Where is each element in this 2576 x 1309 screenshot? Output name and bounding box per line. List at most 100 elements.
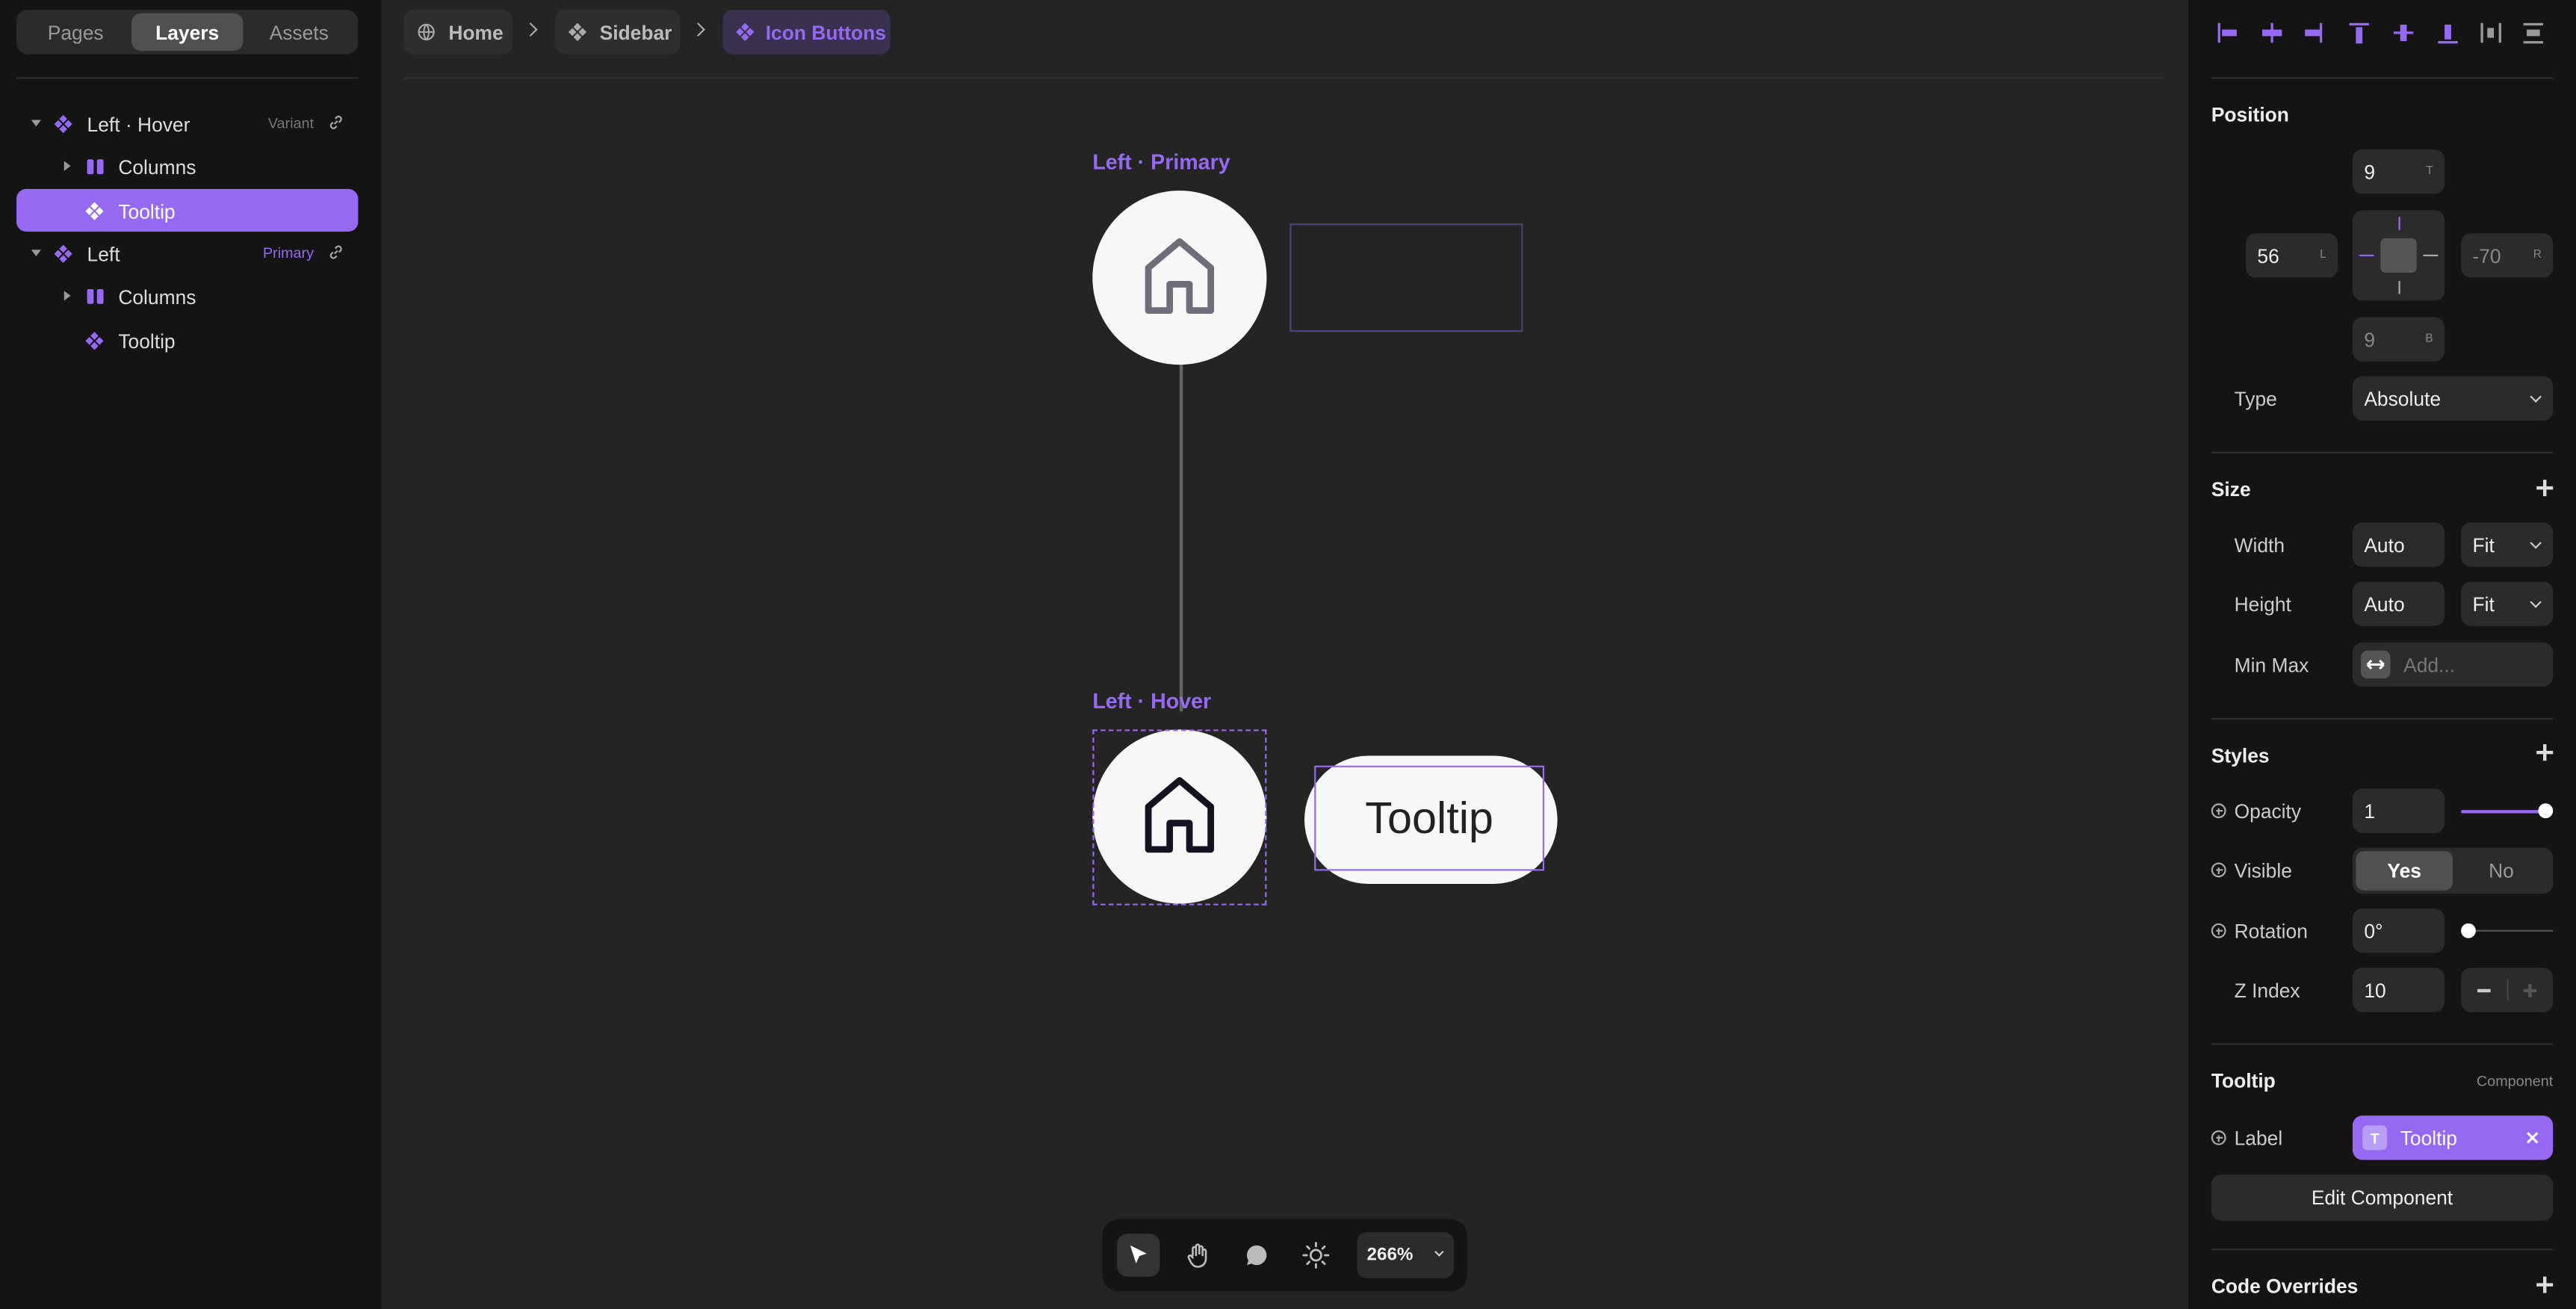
- icon-button-primary[interactable]: [1092, 191, 1267, 365]
- link-icon[interactable]: [329, 245, 344, 260]
- add-opacity-icon[interactable]: [2211, 803, 2226, 819]
- frame-label-primary[interactable]: Left · Primary: [1092, 149, 1230, 174]
- divider: [2211, 1043, 2554, 1045]
- expand-caret-icon[interactable]: [64, 291, 71, 301]
- size-title: Size: [2211, 477, 2251, 501]
- position-left-value: 56: [2257, 244, 2279, 267]
- expand-caret-icon[interactable]: [64, 161, 71, 171]
- globe-icon: [418, 23, 435, 41]
- frame-label-hover[interactable]: Left · Hover: [1092, 688, 1211, 713]
- comment-tool-button[interactable]: [1236, 1234, 1278, 1276]
- position-left-input[interactable]: 56 L: [2246, 233, 2338, 278]
- visible-no-option[interactable]: No: [2453, 851, 2550, 891]
- link-icon[interactable]: [329, 115, 344, 130]
- stepper-divider: [2507, 979, 2509, 1001]
- label-label: Label: [2234, 1127, 2283, 1151]
- height-mode-value: Fit: [2472, 592, 2495, 616]
- align-toolbar[interactable]: [2211, 13, 2557, 53]
- add-code-override-icon[interactable]: [2536, 1276, 2554, 1293]
- layer-name: Tooltip: [118, 329, 176, 353]
- zoom-select[interactable]: 266%: [1357, 1232, 1455, 1278]
- opacity-slider-track[interactable]: [2461, 810, 2547, 814]
- tab-layers[interactable]: Layers: [131, 13, 244, 52]
- position-bottom-input[interactable]: 9 B: [2352, 317, 2445, 362]
- width-input[interactable]: Auto: [2352, 522, 2445, 567]
- add-rotation-icon[interactable]: [2211, 923, 2226, 938]
- opacity-slider-thumb[interactable]: [2538, 803, 2554, 819]
- height-mode-select[interactable]: Fit: [2461, 581, 2554, 626]
- expand-caret-icon[interactable]: [31, 250, 41, 257]
- chevron-down-icon: [1434, 1247, 1444, 1257]
- minmax-input[interactable]: Add...: [2352, 642, 2554, 687]
- columns-icon: [87, 289, 104, 304]
- breadcrumb-home[interactable]: Home: [403, 10, 513, 55]
- height-input[interactable]: Auto: [2352, 581, 2445, 626]
- breadcrumb-sidebar[interactable]: Sidebar: [555, 10, 681, 55]
- pin-top[interactable]: [2397, 217, 2400, 230]
- comment-icon: [1246, 1245, 1267, 1266]
- component-icon: [54, 114, 72, 134]
- rotation-slider-thumb[interactable]: [2461, 923, 2476, 938]
- position-right-value: -70: [2472, 244, 2501, 267]
- pin-right[interactable]: [2423, 253, 2439, 257]
- component-icon: [85, 332, 104, 350]
- chevron-down-icon: [2530, 536, 2542, 549]
- rotation-input[interactable]: 0°: [2352, 909, 2445, 953]
- type-label: Type: [2234, 387, 2277, 411]
- styles-title: Styles: [2211, 744, 2270, 767]
- label-value-chip[interactable]: T Tooltip: [2352, 1115, 2554, 1160]
- layer-tooltip-selected[interactable]: Tooltip: [16, 188, 359, 232]
- add-style-icon[interactable]: [2536, 744, 2554, 761]
- add-visible-icon[interactable]: [2211, 862, 2226, 878]
- pin-bottom[interactable]: [2397, 281, 2400, 294]
- opacity-input[interactable]: 1: [2352, 788, 2445, 833]
- layer-left-hover[interactable]: Left · Hover Variant: [16, 102, 358, 144]
- canvas-toolbar: 266%: [1102, 1219, 1467, 1292]
- theme-toggle-button[interactable]: [1295, 1234, 1337, 1276]
- hand-tool-button[interactable]: [1176, 1234, 1219, 1276]
- zindex-input[interactable]: 10: [2352, 968, 2445, 1012]
- tooltip-placeholder-frame[interactable]: [1289, 223, 1523, 332]
- pin-left[interactable]: [2359, 253, 2374, 257]
- width-mode-value: Fit: [2472, 533, 2495, 557]
- edit-component-button[interactable]: Edit Component: [2211, 1175, 2554, 1221]
- chevron-down-icon: [2530, 391, 2542, 403]
- position-right-input[interactable]: -70 R: [2461, 233, 2554, 278]
- width-mode-select[interactable]: Fit: [2461, 522, 2554, 567]
- layer-columns[interactable]: Columns: [16, 145, 358, 188]
- visible-toggle[interactable]: Yes No: [2352, 847, 2554, 894]
- expand-caret-icon[interactable]: [31, 120, 41, 127]
- breadcrumb-label: Icon Buttons: [765, 21, 886, 45]
- sidebar-tabs: Pages Layers Assets: [16, 10, 359, 55]
- position-left-tag: L: [2320, 250, 2326, 262]
- close-icon[interactable]: [2527, 1132, 2539, 1144]
- tooltip-bubble[interactable]: Tooltip: [1304, 755, 1558, 885]
- position-pin-widget[interactable]: [2352, 210, 2445, 301]
- layer-name: Columns: [118, 155, 196, 179]
- layer-left[interactable]: Left Primary: [16, 232, 358, 274]
- tab-assets[interactable]: Assets: [243, 13, 355, 52]
- position-top-input[interactable]: 9 T: [2352, 149, 2445, 194]
- width-value: Auto: [2364, 533, 2405, 557]
- tooltip-section-title: Tooltip: [2211, 1069, 2276, 1093]
- tab-pages[interactable]: Pages: [19, 13, 131, 52]
- layer-tooltip[interactable]: Tooltip: [16, 319, 358, 362]
- layer-columns[interactable]: Columns: [16, 274, 358, 317]
- pointer-tool-button[interactable]: [1117, 1234, 1160, 1277]
- layer-tag: Primary: [262, 244, 315, 262]
- zindex-stepper[interactable]: [2461, 968, 2554, 1012]
- position-top-tag: T: [2426, 166, 2433, 178]
- position-right-tag: R: [2533, 250, 2542, 262]
- zindex-value: 10: [2364, 978, 2386, 1002]
- pointer-icon: [1130, 1245, 1147, 1264]
- minus-icon[interactable]: [2477, 988, 2491, 992]
- add-size-icon[interactable]: [2536, 480, 2554, 497]
- chevron-right-icon: [523, 22, 538, 37]
- type-value: Absolute: [2364, 386, 2442, 410]
- breadcrumb-icon-buttons[interactable]: Icon Buttons: [722, 10, 891, 55]
- hand-icon: [1187, 1243, 1207, 1268]
- visible-yes-option[interactable]: Yes: [2356, 851, 2453, 891]
- add-label-icon[interactable]: [2211, 1130, 2226, 1145]
- divider: [2211, 77, 2554, 79]
- type-select[interactable]: Absolute: [2352, 376, 2554, 421]
